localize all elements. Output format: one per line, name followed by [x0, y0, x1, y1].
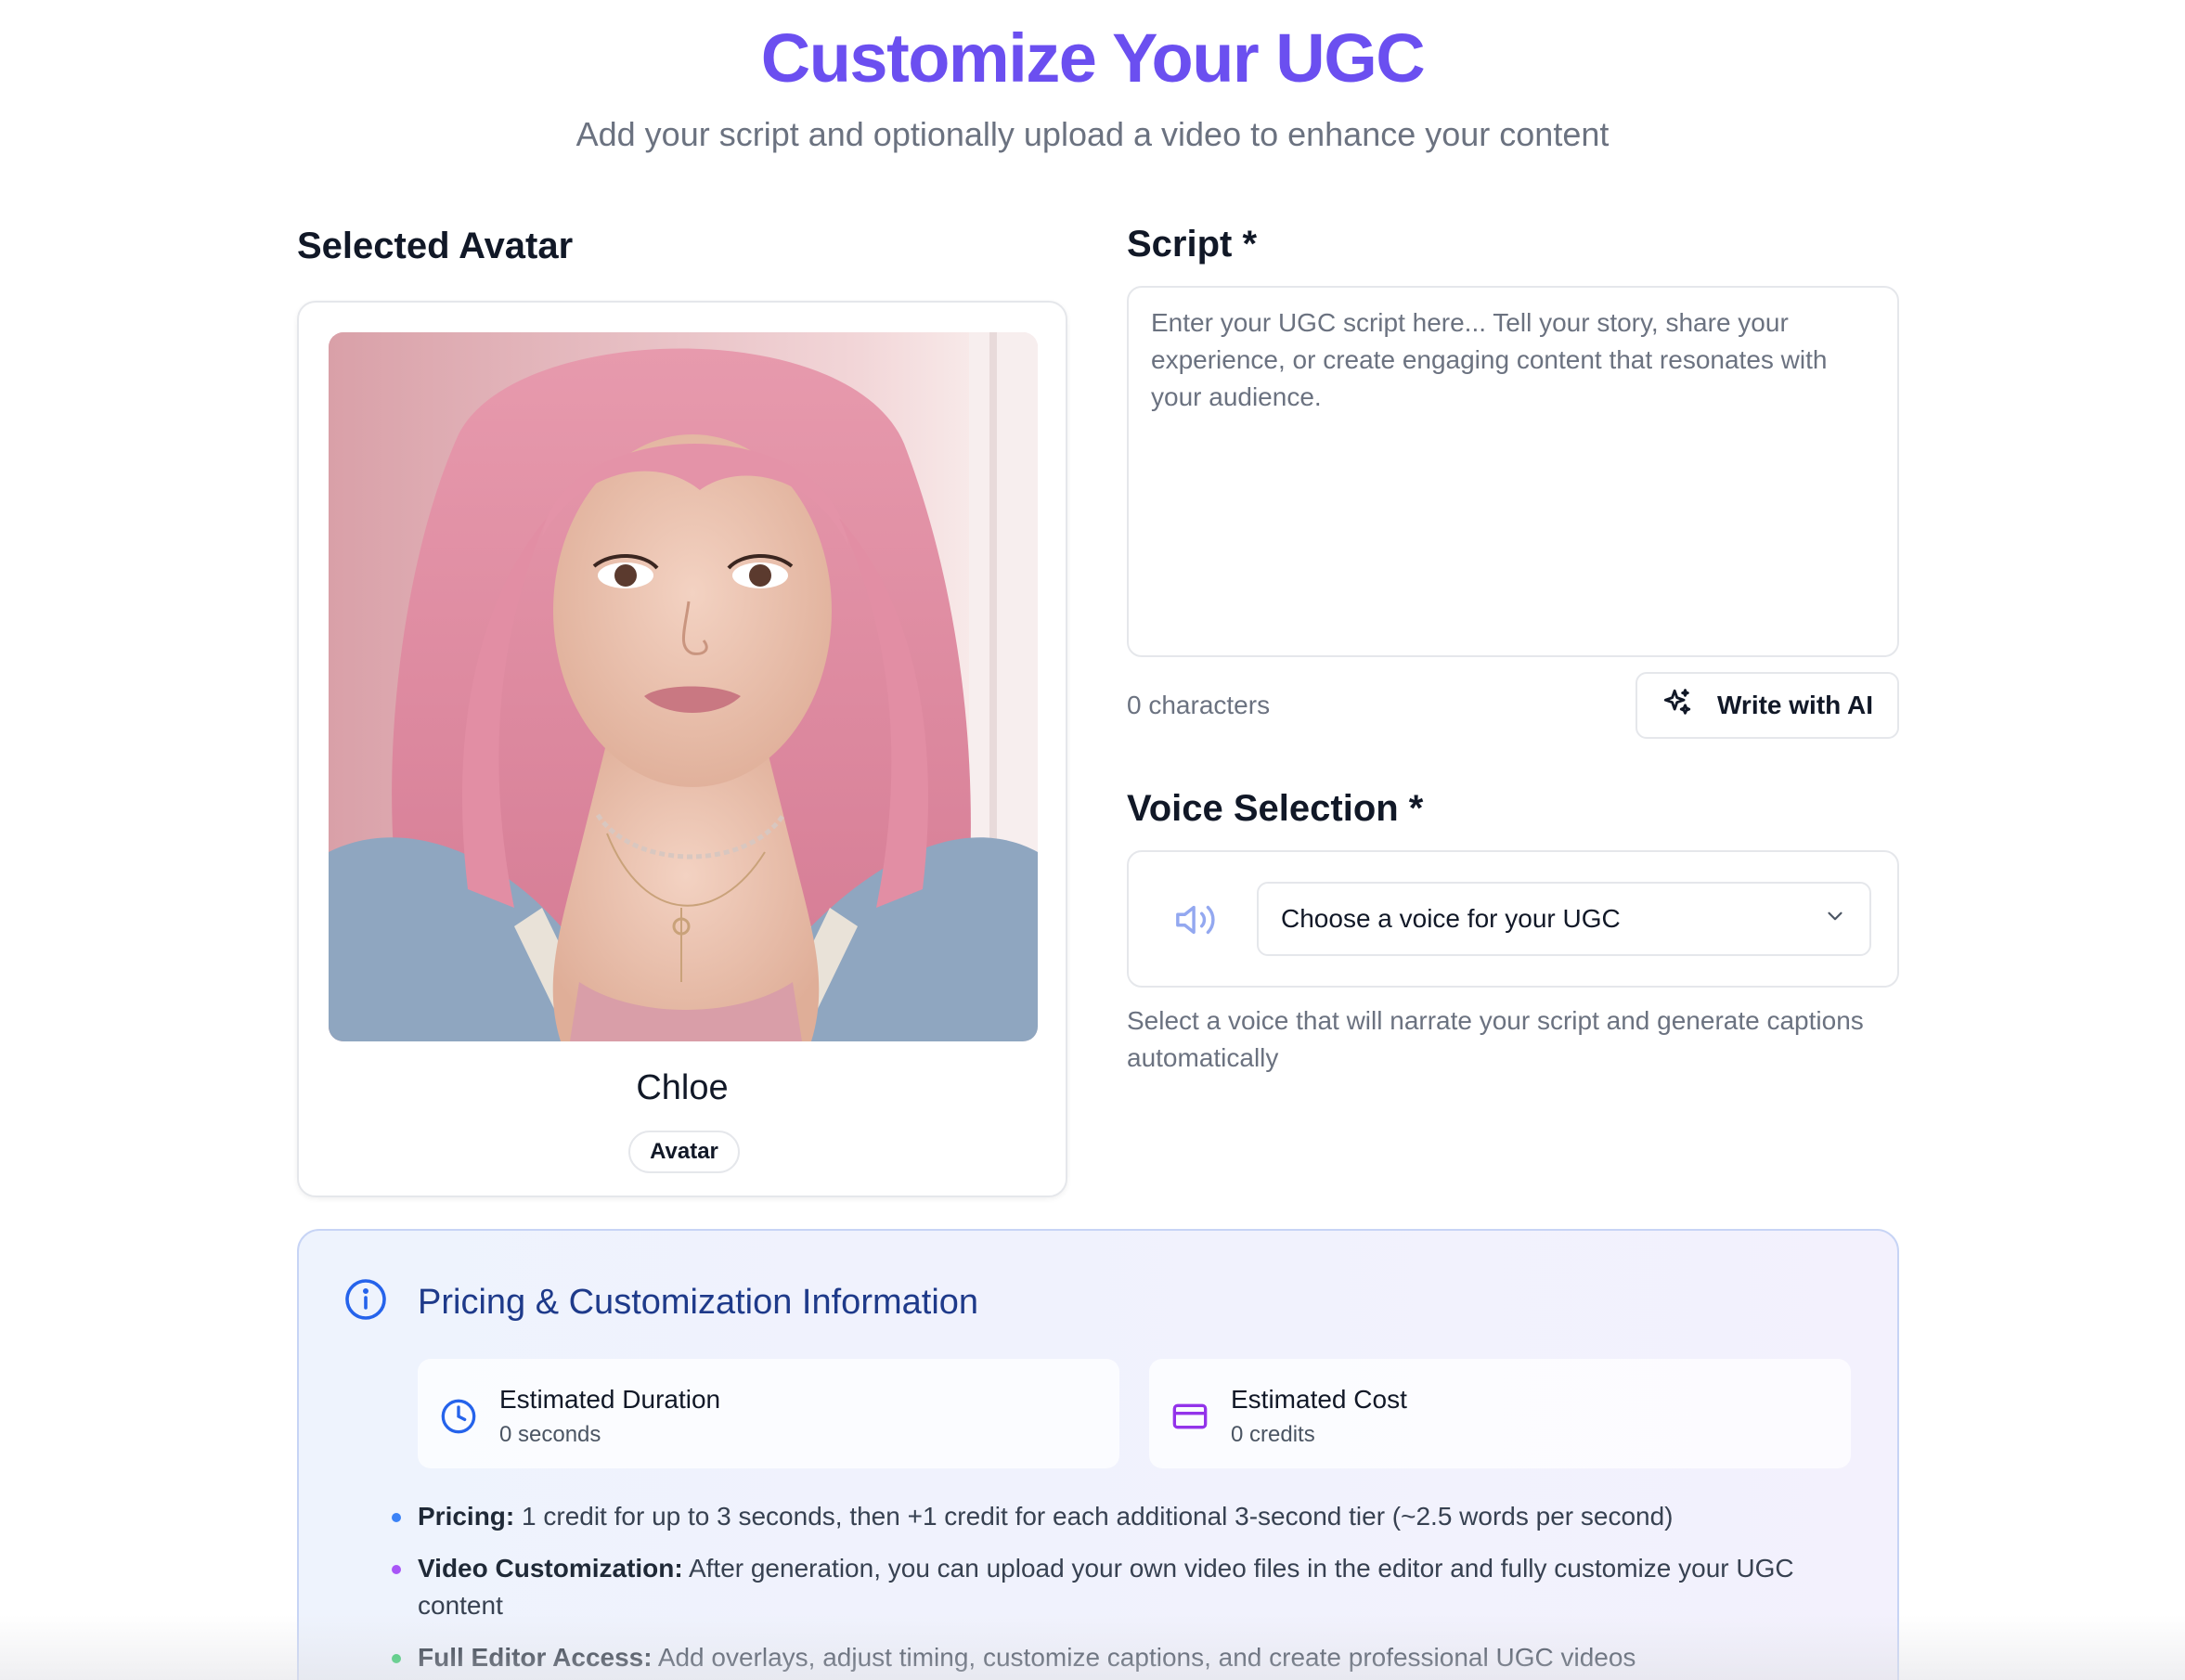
pricing-panel: Pricing & Customization Information Esti…: [297, 1229, 1899, 1680]
estimated-cost-label: Estimated Cost: [1231, 1385, 1407, 1414]
pricing-info-label: Pricing:: [418, 1502, 515, 1531]
estimated-duration-value: 0 seconds: [499, 1422, 601, 1447]
voice-help-text: Select a voice that will narrate your sc…: [1127, 1006, 1864, 1072]
voice-select-dropdown[interactable]: Choose a voice for your UGC: [1257, 882, 1871, 956]
estimated-cost-card: Estimated Cost 0 credits: [1149, 1359, 1851, 1468]
pricing-info-label: Video Customization:: [418, 1554, 683, 1583]
estimated-duration-label: Estimated Duration: [499, 1385, 721, 1414]
voice-select-value: Choose a voice for your UGC: [1281, 904, 1621, 933]
pricing-info-item: Full Editor Access: Add overlays, adjust…: [392, 1639, 1866, 1676]
avatar-name: Chloe: [636, 1068, 729, 1107]
info-icon: [343, 1277, 388, 1326]
pricing-info-list: Pricing: 1 credit for up to 3 seconds, t…: [392, 1498, 1866, 1680]
character-count: 0 characters: [1127, 691, 1271, 719]
speaker-icon: [1173, 898, 1218, 946]
avatar-card[interactable]: Chloe Avatar: [297, 301, 1067, 1197]
write-with-ai-button[interactable]: Write with AI: [1636, 672, 1899, 739]
estimated-cost-value: 0 credits: [1231, 1422, 1315, 1447]
page-title: Customize Your UGC: [760, 19, 1426, 97]
avatar-image: [329, 332, 1038, 1041]
pricing-title: Pricing & Customization Information: [418, 1283, 979, 1322]
sparkles-icon: [1661, 687, 1693, 725]
page-subtitle: Add your script and optionally upload a …: [575, 115, 1610, 153]
script-heading: Script *: [1127, 224, 1258, 265]
chevron-down-icon: [1823, 904, 1847, 935]
pricing-info-text: Add overlays, adjust timing, customize c…: [652, 1643, 1636, 1672]
clock-icon: [440, 1398, 477, 1440]
pricing-info-item: Video Customization: After generation, y…: [392, 1550, 1866, 1624]
bullet-dot: [392, 1565, 401, 1574]
bullet-dot: [392, 1513, 401, 1522]
bullet-dot: [392, 1654, 401, 1663]
voice-selection-heading: Voice Selection *: [1127, 788, 1424, 829]
pricing-info-item: Pricing: 1 credit for up to 3 seconds, t…: [392, 1498, 1866, 1535]
estimated-duration-card: Estimated Duration 0 seconds: [418, 1359, 1119, 1468]
avatar-badge: Avatar: [628, 1131, 740, 1173]
selected-avatar-heading: Selected Avatar: [297, 226, 574, 266]
voice-selection-box: Choose a voice for your UGC: [1127, 850, 1899, 988]
pricing-info-text: 1 credit for up to 3 seconds, then +1 cr…: [514, 1502, 1674, 1531]
credit-card-icon: [1171, 1398, 1209, 1440]
pricing-info-label: Full Editor Access:: [418, 1643, 653, 1672]
avatar-photo: [329, 332, 1038, 1041]
script-input[interactable]: [1127, 286, 1899, 657]
write-with-ai-label: Write with AI: [1717, 691, 1873, 719]
